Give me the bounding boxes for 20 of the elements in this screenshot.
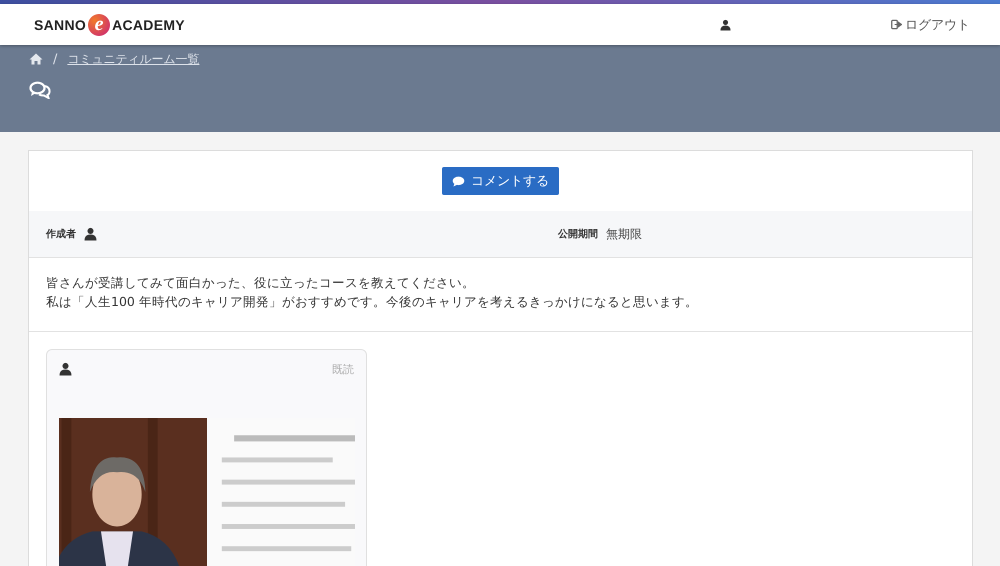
logo-mark: e <box>88 14 110 36</box>
logout-link[interactable]: ログアウト <box>891 16 970 34</box>
comments-icon <box>29 81 51 99</box>
period-label: 公開期間 <box>558 228 598 241</box>
logo-text: ACADEMY <box>112 16 185 32</box>
logout-icon <box>891 19 902 30</box>
read-status: 既読 <box>332 362 354 377</box>
comment-icon <box>452 176 465 186</box>
breadcrumb-separator: / <box>53 52 58 66</box>
user-icon[interactable] <box>720 18 731 30</box>
period-value: 無期限 <box>606 226 642 242</box>
message-text: 私は「人生100 年時代のキャリア開発」がおすすめです。今後のキャリアを考えるきっかけになると思います。 <box>46 293 699 311</box>
breadcrumb-link[interactable]: コミュニティルーム一覧 <box>67 50 200 68</box>
user-icon <box>59 362 72 376</box>
comment-button[interactable]: コメントする <box>442 167 559 195</box>
message-text: 皆さんが受講してみて面白かった、役に立ったコースを教えてください。 <box>46 274 476 292</box>
user-icon <box>84 227 97 241</box>
logo-text: SANNO <box>34 16 86 32</box>
author-label: 作成者 <box>46 228 76 241</box>
home-icon[interactable] <box>29 53 43 65</box>
